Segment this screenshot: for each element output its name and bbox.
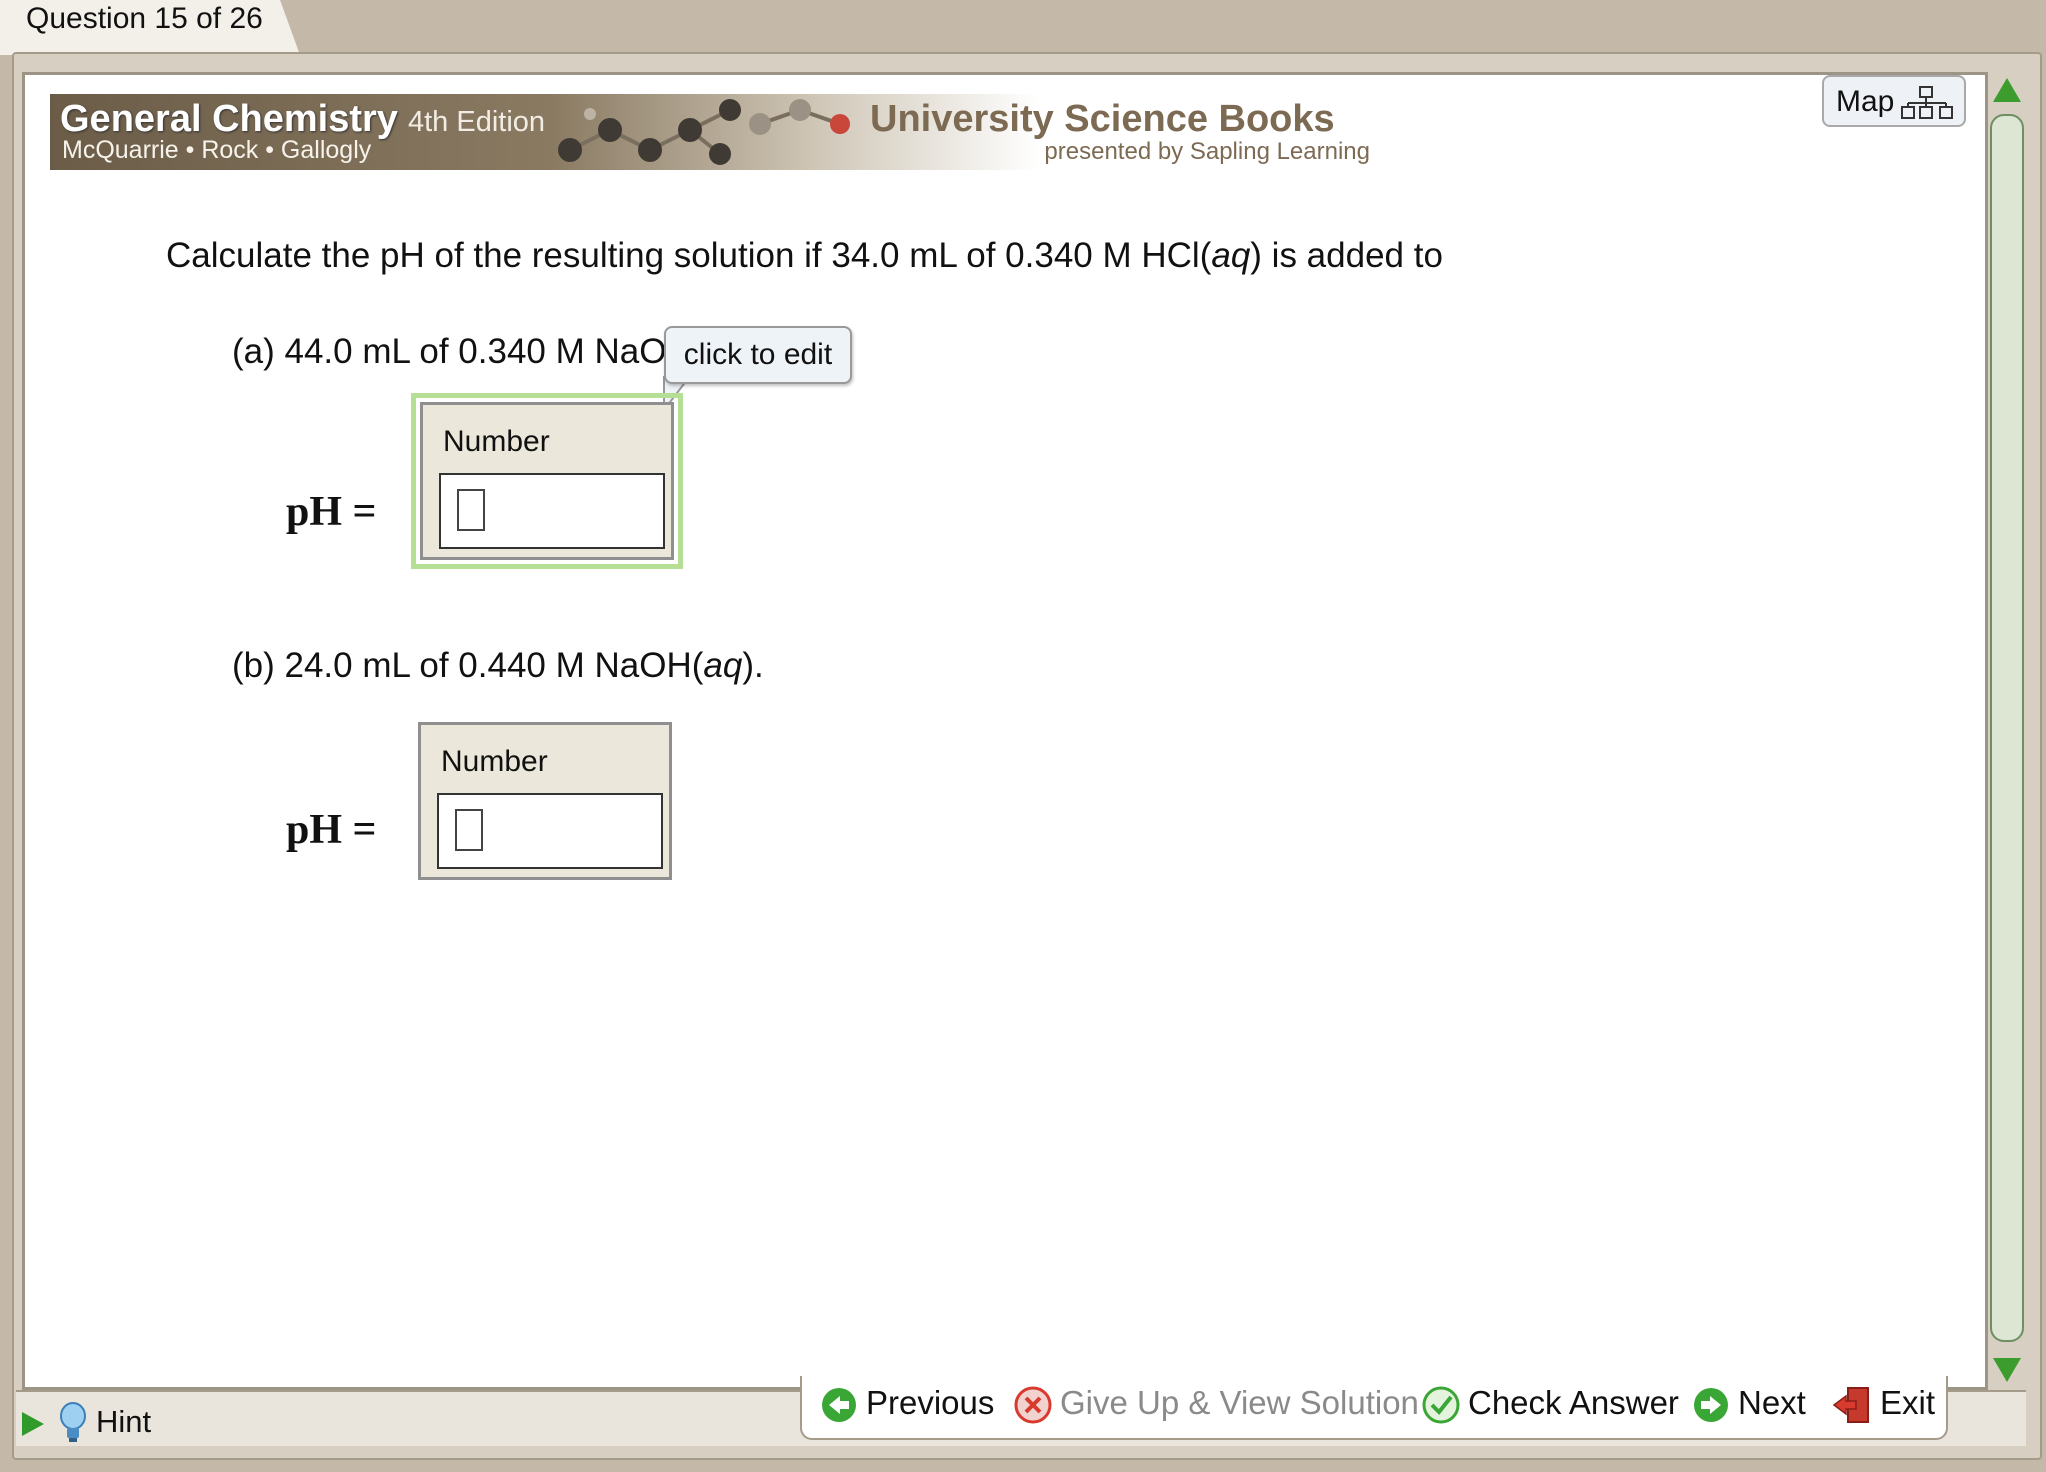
banner-publisher: University Science Books [870,98,1335,140]
check-answer-label: Check Answer [1468,1384,1679,1421]
ph-input-a[interactable] [439,473,665,549]
part-b-text-main: (b) 24.0 mL of 0.440 M NaOH( [232,646,704,685]
question-text-main: Calculate the pH of the resulting soluti… [166,236,1212,275]
give-up-label: Give Up & View Solution [1060,1384,1419,1421]
previous-arrow-icon [822,1388,856,1423]
part-b-text-aq: aq [703,646,743,685]
click-to-edit-tooltip: click to edit [664,326,852,384]
part-b-text: (b) 24.0 mL of 0.440 M NaOH(aq). [232,646,764,686]
play-arrow-icon [22,1412,44,1436]
part-a-text: (a) 44.0 mL of 0.340 M NaO [232,332,667,371]
part-b-text-end: ). [742,646,764,685]
previous-label: Previous [866,1384,995,1421]
check-answer-button[interactable]: Check Answer [1422,1380,1679,1426]
give-up-x-icon [1014,1386,1052,1424]
ph-input-b[interactable] [437,793,663,869]
next-arrow-icon [1694,1388,1728,1423]
map-button-label: Map [1836,85,1895,118]
answer-box-b-label: Number [441,745,548,778]
input-cursor-a [457,489,485,531]
previous-button[interactable]: Previous [820,1380,994,1426]
answer-box-a[interactable]: Number [411,393,683,569]
molecule-graphic [558,99,850,165]
banner-authors: McQuarrie • Rock • Gallogly [62,136,372,164]
ph-label-a: pH = [286,489,377,535]
next-label: Next [1738,1384,1806,1421]
question-text-aq: aq [1211,236,1251,275]
question-tab: Question 15 of 26 [0,0,300,55]
scroll-up-arrow-icon[interactable] [1990,74,2024,106]
sitemap-icon [1901,86,1953,119]
map-button[interactable]: Map [1822,75,1966,127]
scrollbar-track[interactable] [1990,114,2024,1342]
banner-presented-by: presented by Sapling Learning [1044,138,1370,165]
exit-door-icon [1832,1387,1869,1424]
give-up-button[interactable]: Give Up & View Solution [1014,1380,1419,1426]
lightbulb-icon [60,1402,86,1442]
exit-button[interactable]: Exit [1832,1380,1935,1426]
answer-box-a-label: Number [443,425,550,458]
scroll-down-arrow-icon[interactable] [1990,1354,2024,1386]
question-tab-label: Question 15 of 26 [26,2,263,35]
hint-label: Hint [96,1404,152,1439]
banner-title: General Chemistry [60,98,398,140]
banner-edition: 4th Edition [408,106,546,138]
answer-box-b[interactable]: Number [418,722,672,880]
next-button[interactable]: Next [1692,1380,1806,1426]
check-mark-icon [1422,1386,1460,1424]
ph-label-b: pH = [286,807,377,853]
question-text: Calculate the pH of the resulting soluti… [166,236,1443,276]
question-text-end: ) is added to [1250,236,1443,275]
exit-label: Exit [1880,1384,1936,1421]
textbook-banner: General Chemistry 4th Edition McQuarrie … [50,94,1370,170]
input-cursor-b [455,809,483,851]
